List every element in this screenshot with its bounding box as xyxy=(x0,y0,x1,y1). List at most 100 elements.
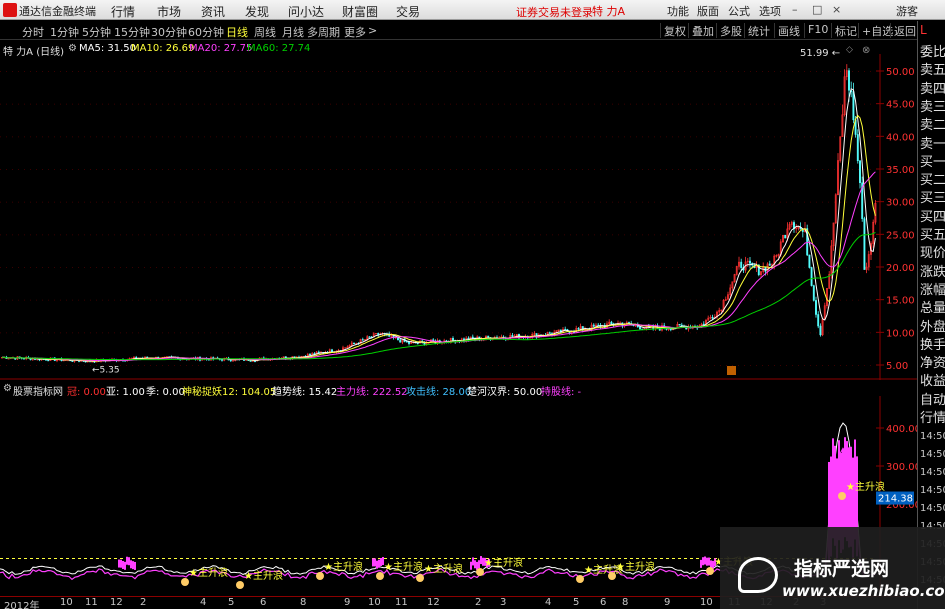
adjust-button[interactable]: 复权 xyxy=(660,23,689,38)
side-panel-item[interactable]: 买二 xyxy=(920,169,945,188)
side-panel-item[interactable]: 总量 xyxy=(920,297,945,316)
menu-wealth[interactable]: 财富圈 xyxy=(342,3,378,20)
maximize-icon[interactable]: □ xyxy=(812,4,822,15)
price-gridline-dot xyxy=(450,103,451,105)
period-15min[interactable]: 15分钟 xyxy=(114,24,150,40)
price-gridline-dot xyxy=(324,332,325,334)
price-gridline-dot xyxy=(0,71,1,72)
period-weekly[interactable]: 周线 xyxy=(254,24,276,40)
side-panel-item[interactable]: 净资 xyxy=(920,352,945,371)
period-30min[interactable]: 30分钟 xyxy=(151,24,187,40)
side-panel-item[interactable]: 换手 xyxy=(920,334,945,353)
price-gridline-dot xyxy=(180,299,181,301)
side-panel-item[interactable]: 买五 xyxy=(920,224,945,243)
price-gridline-dot xyxy=(768,332,769,334)
period-tick[interactable]: 分时 xyxy=(22,24,44,40)
candle-body xyxy=(859,160,861,183)
price-gridline-dot xyxy=(72,332,73,334)
border-line-dash xyxy=(630,558,633,559)
side-panel-item[interactable]: 涨幅 xyxy=(920,279,945,298)
side-panel-item[interactable]: 自动 xyxy=(920,389,945,408)
side-panel-item[interactable]: 卖五 xyxy=(920,59,945,78)
side-panel-item[interactable]: 卖一 xyxy=(920,133,945,152)
period-monthly[interactable]: 月线 xyxy=(282,24,304,40)
overlay-button[interactable]: 叠加 xyxy=(688,23,717,38)
price-gridline-dot xyxy=(54,234,55,236)
side-panel-item[interactable]: 卖三 xyxy=(920,96,945,115)
f10-button[interactable]: F10 xyxy=(804,23,831,38)
menu-layout[interactable]: 版面 xyxy=(697,3,719,19)
back-button[interactable]: 返回 xyxy=(890,23,919,38)
ma5-value: MA5: 31.50 xyxy=(79,43,137,54)
indicator-header: ⚙ 股票指标网 冠: 0.00 亚: 1.00 季: 0.00 神秘捉妖12: … xyxy=(0,380,880,398)
menu-formula[interactable]: 公式 xyxy=(728,3,750,19)
price-gridline-dot xyxy=(210,234,211,236)
side-panel-item[interactable]: 行情 xyxy=(920,407,945,426)
draw-line-button[interactable]: 画线 xyxy=(774,23,803,38)
side-panel-item[interactable]: 现价 xyxy=(920,242,945,261)
menu-quotes[interactable]: 行情 xyxy=(111,3,135,20)
settings-icon[interactable]: ⚙ xyxy=(3,383,12,394)
price-gridline-dot xyxy=(360,365,361,366)
price-gridline-dot xyxy=(480,234,481,236)
price-gridline-dot xyxy=(180,136,181,138)
side-panel-item[interactable]: 买三 xyxy=(920,187,945,206)
period-multi[interactable]: 多周期 xyxy=(307,24,340,40)
minimize-icon[interactable]: – xyxy=(792,4,801,15)
price-gridline-dot xyxy=(168,365,169,366)
price-gridline-dot xyxy=(834,103,835,105)
price-gridline-dot xyxy=(0,169,1,170)
side-panel-item[interactable]: 卖二 xyxy=(920,114,945,133)
candle-body xyxy=(810,267,813,286)
price-chart[interactable]: 50.0045.0040.0035.0030.0025.0020.0015.00… xyxy=(0,40,917,380)
level-header[interactable]: L xyxy=(920,23,927,37)
period-5min[interactable]: 5分钟 xyxy=(82,24,111,40)
price-gridline-dot xyxy=(792,234,793,236)
side-panel-item[interactable]: 卖四 xyxy=(920,78,945,97)
menu-function[interactable]: 功能 xyxy=(667,3,689,19)
side-panel-item[interactable]: 涨跌 xyxy=(920,261,945,280)
period-60min[interactable]: 60分钟 xyxy=(188,24,224,40)
period-daily[interactable]: 日线 xyxy=(226,24,248,40)
side-panel-item[interactable]: 委比 xyxy=(920,41,945,60)
price-gridline-dot xyxy=(750,201,751,203)
price-gridline-dot xyxy=(750,103,751,105)
side-panel-item[interactable]: 收益 xyxy=(920,370,945,389)
mark-button[interactable]: 标记 xyxy=(831,23,860,38)
side-panel-item[interactable]: 买四 xyxy=(920,206,945,225)
price-gridline-dot xyxy=(738,136,739,138)
price-gridline-dot xyxy=(726,103,727,105)
side-panel-item[interactable]: 外盘 xyxy=(920,316,945,335)
menu-assistant[interactable]: 问小达 xyxy=(288,3,324,20)
price-gridline-dot xyxy=(714,332,715,334)
menu-trade[interactable]: 交易 xyxy=(396,3,420,20)
border-line-dash xyxy=(144,558,147,559)
price-gridline-dot xyxy=(216,234,217,236)
statistics-button[interactable]: 统计 xyxy=(744,23,773,38)
multi-stock-button[interactable]: 多股 xyxy=(716,23,745,38)
menu-options[interactable]: 选项 xyxy=(759,3,781,19)
close-icon[interactable]: × xyxy=(832,4,841,15)
menu-market[interactable]: 市场 xyxy=(157,3,181,20)
price-gridline-dot xyxy=(684,136,685,138)
settings-gear-icon[interactable]: ⚙ xyxy=(68,43,77,54)
price-gridline-dot xyxy=(174,71,175,72)
price-gridline-dot xyxy=(564,299,565,301)
price-gridline-dot xyxy=(576,267,577,268)
chevron-right-icon[interactable]: > xyxy=(368,24,377,37)
price-gridline-dot xyxy=(642,201,643,203)
price-gridline-dot xyxy=(210,136,211,138)
menu-discover[interactable]: 发现 xyxy=(245,3,269,20)
login-status[interactable]: 证券交易未登录 xyxy=(516,4,593,20)
border-line-dash xyxy=(270,558,273,559)
menu-news[interactable]: 资讯 xyxy=(201,3,225,20)
period-1min[interactable]: 1分钟 xyxy=(50,24,79,40)
price-gridline-dot xyxy=(120,71,121,72)
guest-label[interactable]: 游客 xyxy=(896,3,918,19)
candle-body xyxy=(819,325,822,336)
period-more[interactable]: 更多 xyxy=(344,24,366,40)
price-gridline-dot xyxy=(210,103,211,105)
price-gridline-dot xyxy=(228,365,229,366)
side-panel-item[interactable]: 买一 xyxy=(920,151,945,170)
price-gridline-dot xyxy=(366,201,367,203)
